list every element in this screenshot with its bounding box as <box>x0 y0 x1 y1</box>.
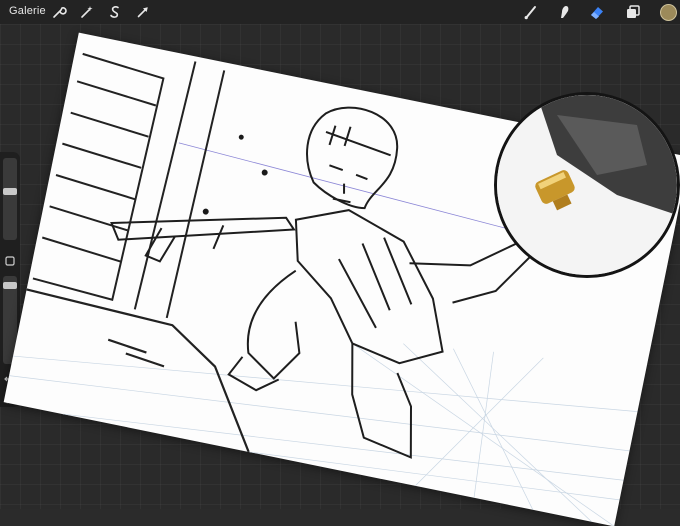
opacity-thumb[interactable] <box>3 282 17 289</box>
transform-arrow-icon[interactable] <box>134 3 152 21</box>
magic-wand-icon[interactable] <box>78 3 96 21</box>
brush-icon[interactable] <box>522 3 540 21</box>
color-picker-loupe <box>494 92 680 278</box>
eraser-icon[interactable] <box>588 3 606 21</box>
brush-size-slider[interactable] <box>3 158 17 240</box>
top-toolbar: Galerie <box>0 0 680 24</box>
square-modifier-icon[interactable] <box>3 254 17 268</box>
wrench-icon[interactable] <box>50 3 68 21</box>
brush-size-thumb[interactable] <box>3 188 17 195</box>
gallery-button[interactable]: Galerie <box>9 5 46 17</box>
smudge-icon[interactable] <box>555 3 573 21</box>
color-swatch-button[interactable] <box>660 4 677 21</box>
selection-s-icon[interactable] <box>106 3 124 21</box>
layers-icon[interactable] <box>624 3 642 21</box>
